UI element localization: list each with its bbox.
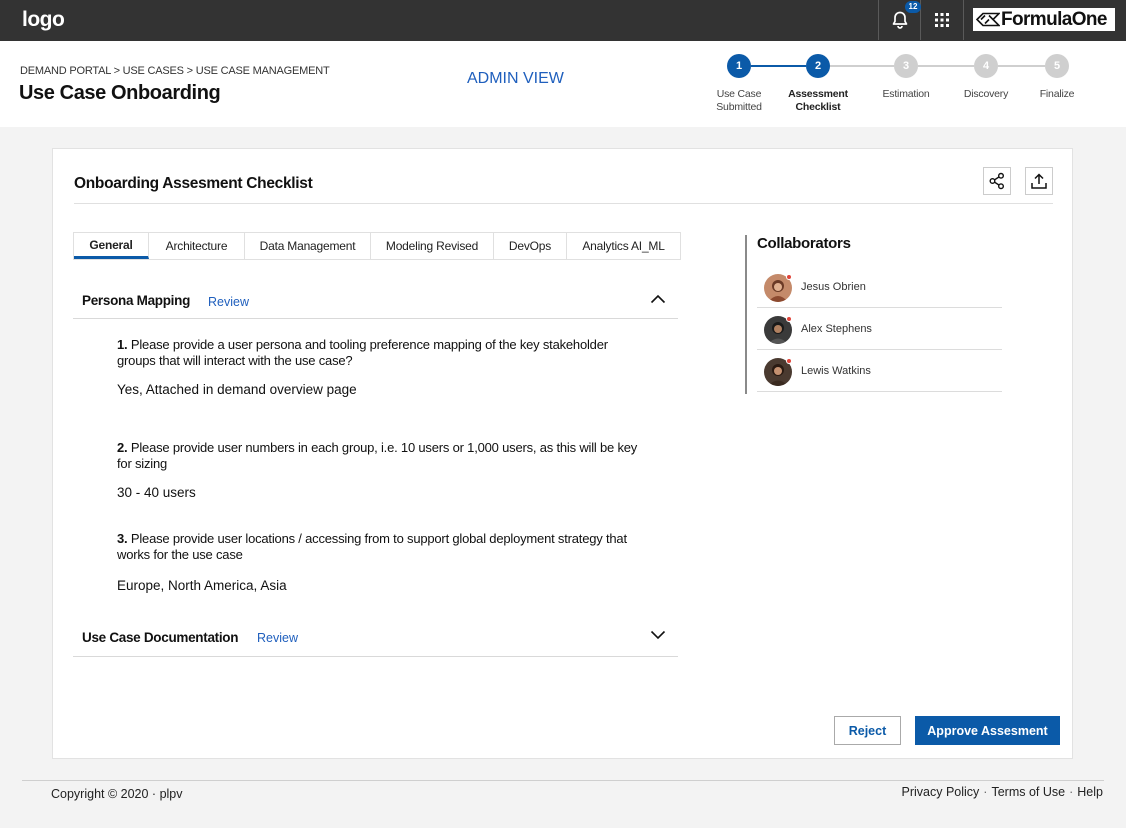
section-divider (73, 656, 678, 657)
question-text: Please provide user numbers in each grou… (117, 440, 638, 471)
brand-name: FormulaOne (1001, 8, 1108, 30)
help-link[interactable]: Help (1077, 785, 1103, 799)
answer-3: Europe, North America, Asia (117, 578, 287, 593)
terms-of-use-link[interactable]: Terms of Use (991, 785, 1065, 799)
apps-grid-icon[interactable] (934, 12, 950, 28)
question-text: Please provide user locations / accessin… (117, 531, 627, 562)
notification-count-badge: 12 (905, 1, 921, 13)
question-3: 3. Please provide user locations / acces… (117, 531, 647, 563)
footer-divider (22, 780, 1104, 781)
step-label-line: Assessment (788, 88, 848, 100)
share-button[interactable] (983, 167, 1011, 195)
step-2-label: Assessment Checklist (778, 88, 858, 114)
step-label-line: Checklist (795, 101, 841, 113)
formulaone-logo-icon (976, 12, 1000, 27)
step-connector (751, 65, 806, 67)
checklist-card: Onboarding Assesment Checklist General A… (52, 148, 1073, 759)
question-number: 2. (117, 440, 128, 455)
step-1-label: Use Case Submitted (699, 88, 779, 114)
question-text: Please provide a user persona and toolin… (117, 337, 608, 368)
footer-links: Privacy Policy · Terms of Use · Help (902, 785, 1104, 799)
tab-architecture[interactable]: Architecture (149, 233, 245, 259)
step-1-circle[interactable]: 1 (727, 54, 751, 78)
collaborator-row[interactable]: Alex Stephens (757, 308, 1002, 350)
section-divider (73, 318, 678, 319)
section-title-use-case-documentation[interactable]: Use Case Documentation (82, 630, 239, 645)
tab-analytics-ai-ml[interactable]: Analytics AI_ML (567, 233, 680, 259)
answer-1: Yes, Attached in demand overview page (117, 382, 357, 397)
step-label-line: Submitted (716, 101, 762, 113)
step-connector (998, 65, 1045, 67)
tab-modeling-revised[interactable]: Modeling Revised (371, 233, 494, 259)
review-link[interactable]: Review (257, 631, 298, 645)
chevron-up-icon[interactable] (650, 294, 666, 304)
privacy-policy-link[interactable]: Privacy Policy (902, 785, 980, 799)
collaborator-name: Alex Stephens (801, 323, 872, 335)
checklist-tabs: General Architecture Data Management Mod… (73, 232, 681, 260)
app-logo[interactable]: logo (22, 8, 65, 32)
card-title: Onboarding Assesment Checklist (74, 175, 313, 192)
step-2-circle[interactable]: 2 (806, 54, 830, 78)
online-status-dot (786, 316, 792, 322)
collaborators-rule (745, 235, 747, 394)
step-4-circle[interactable]: 4 (974, 54, 998, 78)
answer-2: 30 - 40 users (117, 485, 196, 500)
step-3-circle[interactable]: 3 (894, 54, 918, 78)
tab-devops[interactable]: DevOps (494, 233, 567, 259)
question-number: 3. (117, 531, 128, 546)
step-4-label: Discovery (963, 88, 1009, 100)
copyright-text: Copyright © 2020 · plpv (51, 787, 183, 801)
step-3-label: Estimation (882, 88, 930, 100)
topbar-divider (963, 0, 964, 40)
upload-icon (1031, 173, 1047, 189)
tab-general[interactable]: General (74, 233, 149, 259)
footer-separator: · (983, 785, 988, 799)
collaborators-title: Collaborators (757, 235, 851, 252)
upload-button[interactable] (1025, 167, 1053, 195)
online-status-dot (786, 274, 792, 280)
collaborator-row[interactable]: Lewis Watkins (757, 350, 1002, 392)
page-header: DEMAND PORTAL > USE CASES > USE CASE MAN… (0, 41, 1126, 127)
footer-separator: · (1069, 785, 1074, 799)
collaborator-name: Lewis Watkins (801, 365, 871, 377)
question-2: 2. Please provide user numbers in each g… (117, 440, 647, 472)
collaborator-name: Jesus Obrien (801, 281, 866, 293)
reject-button[interactable]: Reject (834, 716, 901, 745)
step-5-circle[interactable]: 5 (1045, 54, 1069, 78)
brand-logo[interactable]: FormulaOne (973, 8, 1115, 31)
online-status-dot (786, 358, 792, 364)
card-divider (74, 203, 1053, 204)
question-number: 1. (117, 337, 128, 352)
bell-icon[interactable] (890, 10, 910, 30)
share-icon (989, 172, 1004, 190)
top-navigation-bar: logo 12 FormulaOne (0, 0, 1126, 41)
step-label-line: Use Case (716, 88, 762, 100)
topbar-divider (878, 0, 879, 40)
collaborator-row[interactable]: Jesus Obrien (757, 266, 1002, 308)
review-link[interactable]: Review (208, 295, 249, 309)
tab-data-management[interactable]: Data Management (245, 233, 371, 259)
progress-stepper: 1 2 3 4 5 Use Case Submitted Assessment … (0, 41, 1126, 127)
approve-assessment-button[interactable]: Approve Assesment (915, 716, 1060, 745)
chevron-down-icon[interactable] (650, 630, 666, 640)
section-title-persona-mapping[interactable]: Persona Mapping (82, 293, 190, 308)
step-connector (918, 65, 974, 67)
step-5-label: Finalize (1039, 88, 1075, 100)
question-1: 1. Please provide a user persona and too… (117, 337, 647, 369)
step-connector (830, 65, 894, 67)
